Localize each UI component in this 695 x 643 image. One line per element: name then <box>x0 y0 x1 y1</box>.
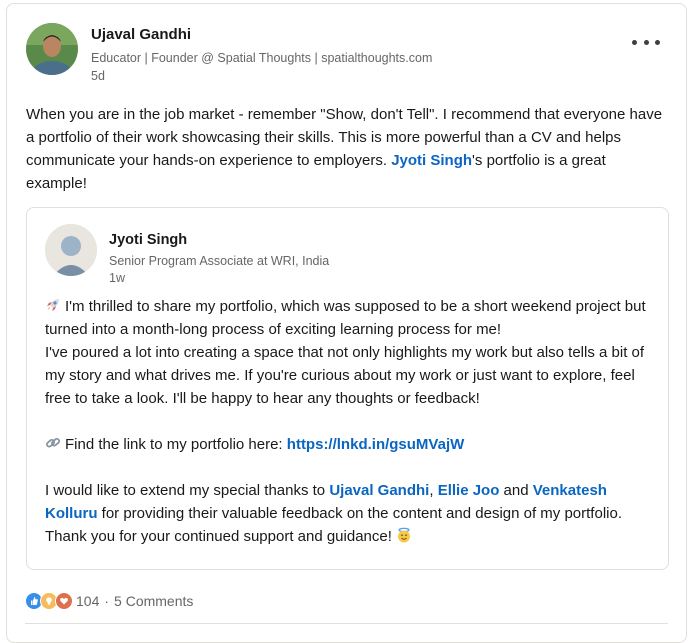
shared-link-line: Find the link to my portfolio here: http… <box>45 433 655 456</box>
more-options-icon[interactable] <box>632 32 660 52</box>
mention-ujaval-gandhi[interactable]: Ujaval Gandhi <box>329 482 429 499</box>
shared-thanks: I would like to extend my special thanks… <box>45 482 622 545</box>
separator-dot: · <box>104 593 110 609</box>
social-counts: 104 · 5 Comments <box>25 592 193 610</box>
link-emoji-icon <box>45 435 61 451</box>
mention-jyoti-singh[interactable]: Jyoti Singh <box>391 152 472 169</box>
reaction-icons[interactable] <box>25 592 73 610</box>
smiling-face-halo-emoji-icon <box>396 527 412 543</box>
love-reaction-icon <box>55 592 73 610</box>
shared-post-time: 1w <box>109 271 125 285</box>
post-time: 5d <box>91 69 105 83</box>
author-headline: Educator | Founder @ Spatial Thoughts | … <box>91 51 433 65</box>
comments-count[interactable]: 5 Comments <box>114 593 193 609</box>
reaction-count[interactable]: 104 <box>76 593 99 609</box>
author-name[interactable]: Ujaval Gandhi <box>91 26 191 43</box>
post-card: Ujaval Gandhi Educator | Founder @ Spati… <box>6 3 687 643</box>
shared-post[interactable]: Jyoti Singh Senior Program Associate at … <box>26 207 669 570</box>
shared-author-headline: Senior Program Associate at WRI, India <box>109 254 330 268</box>
rocket-emoji-icon <box>45 297 61 313</box>
shared-author-avatar[interactable] <box>45 224 97 276</box>
post-text: When you are in the job market - remembe… <box>26 106 663 192</box>
shared-paragraph-2: I've poured a lot into creating a space … <box>45 344 645 407</box>
shared-paragraph-1: I'm thrilled to share my portfolio, whic… <box>45 297 646 338</box>
shared-author-name[interactable]: Jyoti Singh <box>109 232 187 248</box>
mention-ellie-joo[interactable]: Ellie Joo <box>438 482 500 499</box>
portfolio-link[interactable]: https://lnkd.in/gsuMVajW <box>287 436 465 453</box>
shared-post-body: I'm thrilled to share my portfolio, whic… <box>45 295 655 548</box>
divider <box>25 623 668 624</box>
author-avatar[interactable] <box>26 23 78 75</box>
